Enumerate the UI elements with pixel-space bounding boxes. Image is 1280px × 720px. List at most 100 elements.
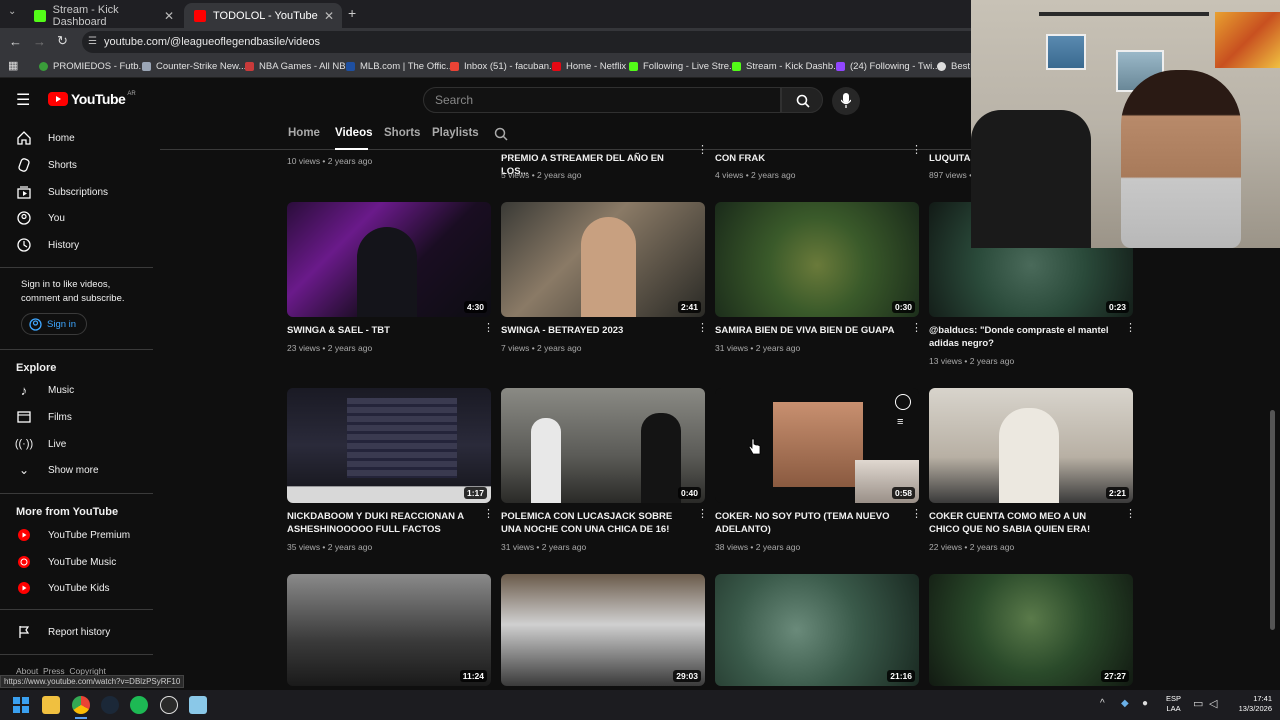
video-card[interactable]: ≡ 0:58 COKER- NO SOY PUTO (TEMA NUEVO AD…: [715, 388, 922, 558]
sidebar-item-subscriptions[interactable]: Subscriptions: [16, 181, 108, 203]
more-options-icon[interactable]: ⋮: [483, 509, 494, 520]
voice-search-button[interactable]: [832, 87, 860, 115]
bookmark[interactable]: Inbox (51) - facuban...: [450, 61, 557, 72]
bookmark[interactable]: (24) Following - Twi...: [836, 61, 940, 72]
more-options-icon[interactable]: ⋮: [1125, 323, 1136, 334]
video-card[interactable]: 2:21 COKER CUENTA COMO MEO A UN CHICO QU…: [929, 388, 1136, 558]
tab-playlists[interactable]: Playlists: [432, 127, 479, 139]
video-card[interactable]: 21:16: [715, 574, 919, 686]
tab-shorts[interactable]: Shorts: [384, 127, 420, 139]
video-thumbnail[interactable]: ≡ 0:58: [715, 388, 919, 503]
sidebar-item-live[interactable]: ((·)) Live: [15, 433, 67, 455]
video-card[interactable]: 10 views • 2 years ago: [287, 150, 491, 180]
bookmark[interactable]: MLB.com | The Offic...: [346, 61, 454, 72]
video-title[interactable]: POLEMICA CON LUCASJACK SOBRE UNA NOCHE C…: [501, 510, 686, 536]
video-card[interactable]: 2:41 SWINGA - BETRAYED 2023 7 views • 2 …: [501, 202, 708, 372]
tray-chevron-icon[interactable]: ^: [1100, 698, 1105, 709]
video-card[interactable]: 11:24: [287, 574, 491, 686]
search-input[interactable]: Search: [423, 87, 781, 113]
clock[interactable]: 17:41 13/3/2026: [1226, 694, 1272, 714]
sidebar-item-films[interactable]: Films: [16, 406, 72, 428]
notepad-icon[interactable]: [189, 696, 207, 714]
bookmark[interactable]: Stream - Kick Dashb...: [732, 61, 841, 72]
channel-search-icon[interactable]: [494, 127, 508, 141]
sidebar-item-show-more[interactable]: ⌄ Show more: [16, 459, 99, 481]
sidebar-item-report-history[interactable]: Report history: [16, 621, 110, 643]
spotify-icon[interactable]: [130, 696, 148, 714]
site-info-icon[interactable]: ☰: [88, 31, 97, 53]
video-card[interactable]: PREMIO A STREAMER DEL AÑO EN LOS... 5 vi…: [501, 145, 708, 181]
video-thumbnail[interactable]: 27:27: [929, 574, 1133, 686]
sidebar-item-shorts[interactable]: Shorts: [16, 154, 77, 176]
tab-youtube[interactable]: TODOLOL - YouTube ✕: [184, 3, 342, 28]
more-options-icon[interactable]: ⋮: [483, 323, 494, 334]
windows-start-icon[interactable]: [13, 697, 29, 713]
keyboard-language[interactable]: ESP LAA: [1166, 694, 1181, 714]
more-options-icon[interactable]: ⋮: [697, 509, 708, 520]
video-thumbnail[interactable]: 2:21: [929, 388, 1133, 503]
video-thumbnail[interactable]: 2:41: [501, 202, 705, 317]
more-options-icon[interactable]: ⋮: [911, 509, 922, 520]
sidebar-item-youtube-kids[interactable]: YouTube Kids: [16, 577, 110, 599]
video-title[interactable]: COKER- NO SOY PUTO (TEMA NUEVO ADELANTO): [715, 510, 900, 536]
video-title[interactable]: CON FRAK: [715, 152, 900, 165]
video-card[interactable]: CON FRAK 4 views • 2 years ago ⋮: [715, 145, 922, 181]
video-thumbnail[interactable]: 21:16: [715, 574, 919, 686]
video-thumbnail[interactable]: 0:30: [715, 202, 919, 317]
video-title[interactable]: SWINGA - BETRAYED 2023: [501, 324, 686, 337]
add-to-queue-icon[interactable]: ≡: [897, 416, 903, 428]
video-card[interactable]: 29:03: [501, 574, 705, 686]
video-thumbnail[interactable]: 4:30: [287, 202, 491, 317]
more-options-icon[interactable]: ⋮: [911, 323, 922, 334]
reload-icon[interactable]: ↻: [57, 33, 68, 49]
forward-icon[interactable]: →: [33, 34, 46, 49]
tab-videos[interactable]: Videos: [335, 127, 373, 139]
bookmark[interactable]: Home - Netflix: [552, 61, 626, 72]
chrome-icon[interactable]: [72, 696, 90, 714]
close-tab-icon[interactable]: ✕: [324, 9, 334, 23]
video-title[interactable]: NICKDABOOM Y DUKI REACCIONAN A ASHESHINO…: [287, 510, 472, 536]
network-icon[interactable]: ▭: [1193, 697, 1203, 710]
sidebar-item-you[interactable]: You: [16, 207, 65, 229]
steam-icon[interactable]: [101, 696, 119, 714]
back-icon[interactable]: ←: [9, 34, 22, 49]
video-title[interactable]: @balducs: "Donde compraste el mantel adi…: [929, 324, 1114, 350]
watch-later-icon[interactable]: [895, 394, 911, 410]
sidebar-item-youtube-music[interactable]: YouTube Music: [16, 551, 116, 573]
video-thumbnail[interactable]: 29:03: [501, 574, 705, 686]
video-card[interactable]: 4:30 SWINGA & SAEL - TBT 23 views • 2 ye…: [287, 202, 494, 372]
tab-list-chevron-icon[interactable]: ⌄: [8, 6, 16, 17]
video-thumbnail[interactable]: 11:24: [287, 574, 491, 686]
bookmark[interactable]: Following - Live Stre...: [629, 61, 737, 72]
tray-app-icon[interactable]: ◆: [1121, 698, 1129, 709]
file-explorer-icon[interactable]: [42, 696, 60, 714]
bookmark[interactable]: PROMIEDOS - Futb...: [39, 61, 146, 72]
video-title[interactable]: COKER CUENTA COMO MEO A UN CHICO QUE NO …: [929, 510, 1114, 536]
sidebar-item-history[interactable]: History: [16, 234, 79, 256]
menu-icon[interactable]: ☰: [16, 90, 30, 110]
sidebar-item-home[interactable]: Home: [16, 127, 75, 149]
more-options-icon[interactable]: ⋮: [697, 323, 708, 334]
search-button[interactable]: [781, 87, 823, 113]
tab-kick-dashboard[interactable]: Stream - Kick Dashboard ✕: [24, 3, 182, 28]
bookmark[interactable]: Counter-Strike New...: [142, 61, 246, 72]
sign-in-button[interactable]: Sign in: [21, 313, 87, 335]
microphone-tray-icon[interactable]: ●: [1142, 698, 1148, 709]
video-card[interactable]: 1:17 NICKDABOOM Y DUKI REACCIONAN A ASHE…: [287, 388, 494, 558]
sidebar-item-youtube-premium[interactable]: YouTube Premium: [16, 524, 130, 546]
video-title[interactable]: SWINGA & SAEL - TBT: [287, 324, 472, 337]
new-tab-icon[interactable]: +: [348, 5, 356, 21]
page-scrollbar[interactable]: [1270, 410, 1275, 630]
video-thumbnail[interactable]: 1:17: [287, 388, 491, 503]
video-thumbnail[interactable]: 0:40: [501, 388, 705, 503]
volume-icon[interactable]: ◁: [1209, 697, 1217, 710]
bookmark[interactable]: NBA Games - All NB...: [245, 61, 354, 72]
more-options-icon[interactable]: ⋮: [1125, 509, 1136, 520]
youtube-logo[interactable]: YouTube AR: [48, 91, 136, 107]
video-title[interactable]: SAMIRA BIEN DE VIVA BIEN DE GUAPA: [715, 324, 900, 337]
close-tab-icon[interactable]: ✕: [164, 9, 174, 23]
video-card[interactable]: 27:27: [929, 574, 1133, 686]
more-options-icon[interactable]: ⋮: [911, 145, 922, 156]
more-options-icon[interactable]: ⋮: [697, 145, 708, 156]
sidebar-item-music[interactable]: ♪ Music: [16, 379, 74, 401]
